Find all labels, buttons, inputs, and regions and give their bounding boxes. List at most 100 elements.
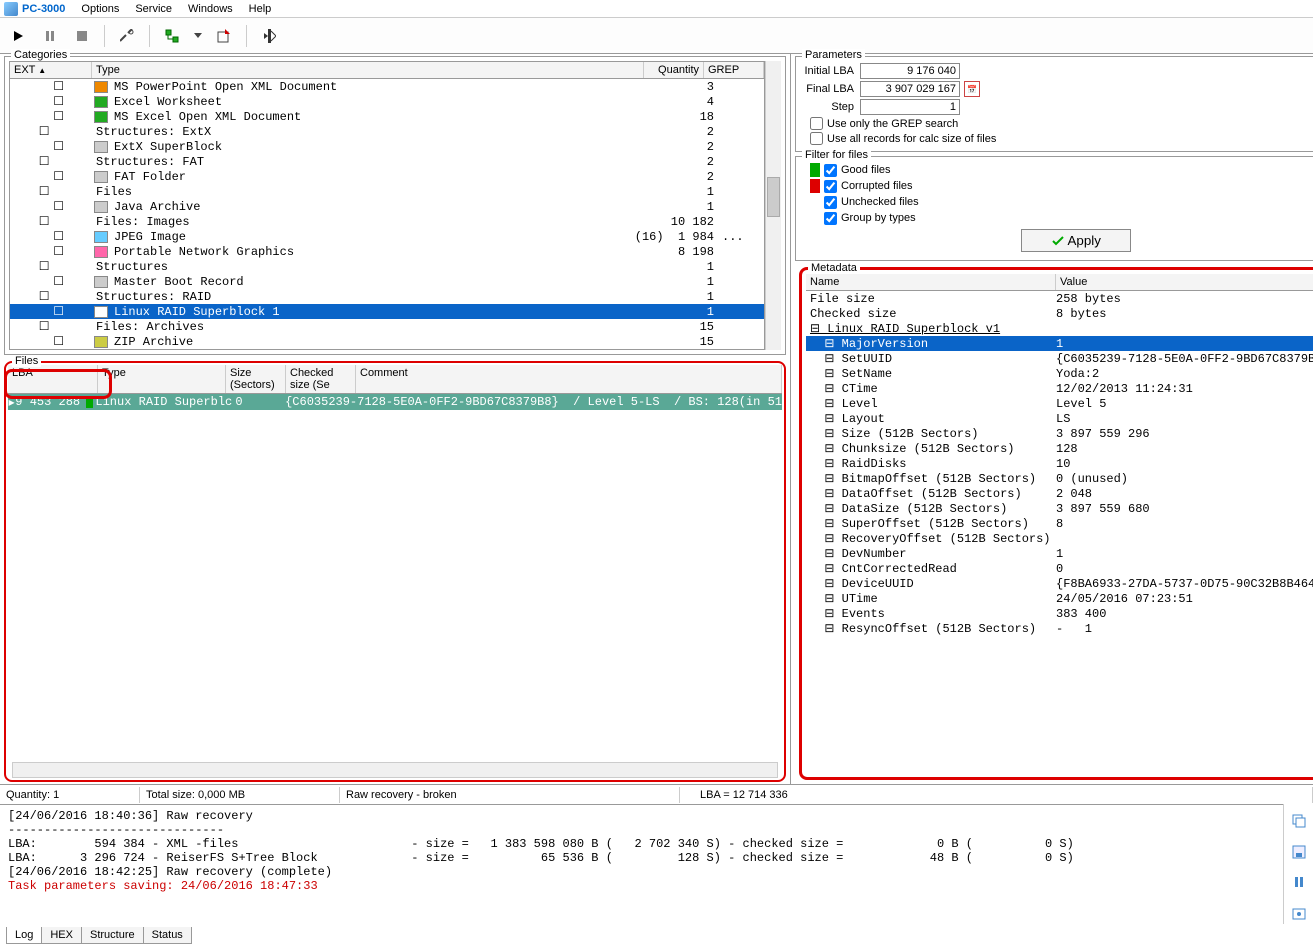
metadata-row[interactable]: Checked size8 bytes: [806, 306, 1313, 321]
category-row[interactable]: ☐Java Archive1: [10, 199, 764, 214]
menu-pc3000[interactable]: PC-3000: [4, 1, 73, 17]
log-pause-icon[interactable]: [1287, 871, 1311, 894]
calendar-icon[interactable]: 📅: [964, 81, 980, 97]
menubar: PC-3000 Options Service Windows Help: [0, 0, 1313, 18]
files-legend: Files: [12, 355, 41, 367]
log-copy-icon[interactable]: [1287, 810, 1311, 833]
parameters-panel: Parameters Initial LBA Final LBA📅 Step U…: [795, 56, 1313, 152]
log-body[interactable]: [24/06/2016 18:40:36] Raw recovery------…: [0, 804, 1283, 924]
metadata-row[interactable]: ⊟ SetUUID{C6035239-7128-5E0A-0FF2-9BD67C…: [806, 351, 1313, 366]
category-row[interactable]: ☐Master Boot Record1: [10, 274, 764, 289]
category-row[interactable]: ☐Structures1: [10, 259, 764, 274]
metadata-row[interactable]: ⊟ SuperOffset (512B Sectors)8: [806, 516, 1313, 531]
stop-button[interactable]: [70, 24, 94, 48]
category-row[interactable]: ☐Structures: FAT2: [10, 154, 764, 169]
metadata-row[interactable]: ⊟ DeviceUUID{F8BA6933-27DA-5737-0D75-90C…: [806, 576, 1313, 591]
categories-body[interactable]: ☐MS PowerPoint Open XML Document3 ☐Excel…: [9, 79, 765, 350]
good-files-checkbox[interactable]: [824, 164, 837, 177]
filter-panel: Filter for files Good files Corrupted fi…: [795, 156, 1313, 261]
metadata-row[interactable]: ⊟ LayoutLS: [806, 411, 1313, 426]
metadata-row[interactable]: ⊟ Chunksize (512B Sectors)128: [806, 441, 1313, 456]
metadata-row[interactable]: ⊟ MajorVersion1: [806, 336, 1313, 351]
final-lba-input[interactable]: [860, 81, 960, 97]
col-ftype[interactable]: Type: [98, 365, 226, 393]
category-row[interactable]: ☐Files1: [10, 184, 764, 199]
apply-button[interactable]: Apply: [1021, 229, 1131, 252]
metadata-row[interactable]: File size258 bytes: [806, 291, 1313, 306]
unchecked-files-checkbox[interactable]: [824, 196, 837, 209]
category-row[interactable]: ☐Files: Images10 182: [10, 214, 764, 229]
metadata-row[interactable]: ⊟ UTime24/05/2016 07:23:51: [806, 591, 1313, 606]
metadata-row[interactable]: ⊟ Events383 400: [806, 606, 1313, 621]
log-line: LBA: 3 296 724 - ReiserFS S+Tree Block -…: [8, 851, 1275, 865]
col-meta-value[interactable]: Value: [1056, 274, 1313, 290]
categories-scrollbar[interactable]: [765, 61, 781, 350]
metadata-row[interactable]: ⊟ DataSize (512B Sectors)3 897 559 680: [806, 501, 1313, 516]
metadata-row[interactable]: ⊟ CTime12/02/2013 11:24:31: [806, 381, 1313, 396]
col-grep[interactable]: GREP: [704, 62, 764, 78]
col-ext[interactable]: EXT ▲: [10, 62, 92, 78]
corrupted-files-checkbox[interactable]: [824, 180, 837, 193]
log-save-icon[interactable]: [1287, 841, 1311, 864]
files-body[interactable]: ▸ 9 453 288 Linux RAID Superblc 0 {C6035…: [8, 394, 782, 762]
category-row[interactable]: ☐Files: Archives15: [10, 319, 764, 334]
menu-windows[interactable]: Windows: [180, 1, 241, 17]
files-hscroll[interactable]: [12, 762, 778, 778]
metadata-row[interactable]: ⊟ ResyncOffset (512B Sectors)- 1: [806, 621, 1313, 636]
files-panel: Files LBA Type Size (Sectors) Checked si…: [4, 361, 786, 782]
category-row[interactable]: ☐Structures: ExtX2: [10, 124, 764, 139]
tools-button[interactable]: [115, 24, 139, 48]
tab-log[interactable]: Log: [6, 927, 42, 944]
category-row[interactable]: ☐Linux RAID Superblock 11: [10, 304, 764, 319]
pause-button[interactable]: [38, 24, 62, 48]
col-fchk[interactable]: Checked size (Se: [286, 365, 356, 393]
category-row[interactable]: ☐FAT Folder2: [10, 169, 764, 184]
col-fcomment[interactable]: Comment: [356, 365, 782, 393]
categories-legend: Categories: [11, 49, 70, 61]
step-input[interactable]: [860, 99, 960, 115]
group-by-types-checkbox[interactable]: [824, 212, 837, 225]
tab-structure[interactable]: Structure: [81, 927, 144, 944]
exit-button[interactable]: [257, 24, 281, 48]
tree-dropdown[interactable]: [192, 24, 204, 48]
tab-status[interactable]: Status: [143, 927, 192, 944]
category-row[interactable]: ☐JPEG Image(16) 1 984...: [10, 229, 764, 244]
metadata-body[interactable]: File size258 bytesChecked size8 bytes⊟ L…: [806, 291, 1313, 773]
col-fsize[interactable]: Size (Sectors): [226, 365, 286, 393]
metadata-header: Name Value: [806, 274, 1313, 291]
col-lba[interactable]: LBA: [8, 365, 98, 393]
metadata-row[interactable]: ⊟ BitmapOffset (512B Sectors)0 (unused): [806, 471, 1313, 486]
metadata-row[interactable]: ⊟ DevNumber1: [806, 546, 1313, 561]
metadata-row[interactable]: ⊟ RaidDisks10: [806, 456, 1313, 471]
log-settings-icon[interactable]: [1287, 902, 1311, 925]
category-row[interactable]: ☐Excel Worksheet4: [10, 94, 764, 109]
metadata-row[interactable]: ⊟ RecoveryOffset (512B Sectors): [806, 531, 1313, 546]
tree-button[interactable]: [160, 24, 184, 48]
menu-service[interactable]: Service: [127, 1, 180, 17]
initial-lba-input[interactable]: [860, 63, 960, 79]
metadata-row[interactable]: ⊟ DataOffset (512B Sectors)2 048: [806, 486, 1313, 501]
category-row[interactable]: ☐ZIP Archive15: [10, 334, 764, 349]
play-button[interactable]: [6, 24, 30, 48]
all-records-checkbox[interactable]: [810, 132, 823, 145]
metadata-row[interactable]: ⊟ SetNameYoda:2: [806, 366, 1313, 381]
col-type[interactable]: Type: [92, 62, 644, 78]
export-button[interactable]: [212, 24, 236, 48]
category-row[interactable]: ☐ExtX SuperBlock2: [10, 139, 764, 154]
metadata-row[interactable]: ⊟ LevelLevel 5: [806, 396, 1313, 411]
tab-hex[interactable]: HEX: [41, 927, 82, 944]
metadata-row[interactable]: ⊟ Size (512B Sectors)3 897 559 296: [806, 426, 1313, 441]
category-row[interactable]: ☐MS PowerPoint Open XML Document3: [10, 79, 764, 94]
metadata-row[interactable]: ⊟ Linux RAID Superblock v1: [806, 321, 1313, 336]
grep-only-checkbox[interactable]: [810, 117, 823, 130]
menu-help[interactable]: Help: [241, 1, 280, 17]
category-row[interactable]: ☐Structures: RAID1: [10, 289, 764, 304]
col-qty[interactable]: Quantity: [644, 62, 704, 78]
category-row[interactable]: ☐Portable Network Graphics8 198: [10, 244, 764, 259]
metadata-row[interactable]: ⊟ CntCorrectedRead0: [806, 561, 1313, 576]
col-meta-name[interactable]: Name: [806, 274, 1056, 290]
category-row[interactable]: ☐MS Excel Open XML Document18: [10, 109, 764, 124]
menu-options[interactable]: Options: [73, 1, 127, 17]
log-line: ------------------------------: [8, 823, 1275, 837]
file-row[interactable]: ▸ 9 453 288 Linux RAID Superblc 0 {C6035…: [8, 394, 782, 410]
